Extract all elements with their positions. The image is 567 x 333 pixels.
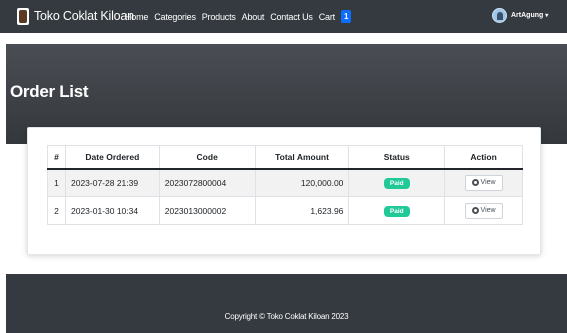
row-number: 2: [47, 196, 66, 225]
col-header-date: Date Ordered: [64, 145, 160, 170]
row-action-cell: View: [444, 168, 523, 197]
nav-categories[interactable]: Categories: [154, 12, 196, 22]
table-row: 2 2023-01-30 10:34 2023013000002 1,623.9…: [47, 196, 523, 225]
view-order-button[interactable]: View: [464, 202, 503, 219]
view-button-label: View: [480, 207, 496, 214]
user-name: ArtAgung: [511, 12, 544, 19]
eye-icon: [471, 179, 479, 187]
nav-home[interactable]: Home: [125, 12, 148, 22]
footer-copyright: Copyright © Toko Coklat Kiloan 2023: [224, 312, 349, 321]
row-date: 2023-01-30 10:34: [64, 196, 160, 225]
status-badge: Paid: [383, 205, 410, 217]
nav-about[interactable]: About: [242, 12, 265, 22]
row-code: 2023072800004: [158, 168, 256, 197]
chevron-down-icon: ▾: [545, 13, 549, 19]
view-order-button[interactable]: View: [464, 174, 503, 191]
user-avatar: [492, 8, 507, 23]
cart-count-badge[interactable]: 1: [340, 10, 352, 23]
row-total: 120,000.00: [254, 168, 350, 197]
status-badge: Paid: [383, 177, 410, 189]
row-status-cell: Paid: [348, 168, 446, 197]
row-status-cell: Paid: [348, 196, 446, 225]
view-button-label: View: [480, 179, 496, 187]
brand-link[interactable]: Toko Coklat Kiloan: [17, 6, 134, 26]
user-menu[interactable]: ArtAgung ▾: [492, 8, 548, 23]
nav-products[interactable]: Products: [202, 12, 236, 22]
brand-logo-icon: [17, 7, 29, 25]
col-header-number: #: [47, 145, 66, 170]
col-header-action: Action: [444, 145, 523, 170]
col-header-total: Total Amount: [254, 145, 350, 170]
page-footer: Copyright © Toko Coklat Kiloan 2023: [6, 274, 567, 333]
row-date: 2023-07-28 21:39: [64, 168, 160, 197]
nav-cart[interactable]: Cart: [319, 12, 335, 22]
nav-contact-us[interactable]: Contact Us: [270, 12, 313, 22]
row-code: 2023013000002: [158, 196, 256, 225]
table-row: 1 2023-07-28 21:39 2023072800004 120,000…: [47, 168, 523, 197]
page-title: Order List: [10, 82, 89, 101]
top-navbar: Toko Coklat Kiloan Home Categories Produ…: [0, 0, 567, 33]
row-action-cell: View: [444, 196, 523, 225]
orders-card: # Date Ordered Code Total Amount Status …: [27, 127, 541, 255]
row-total: 1,623.96: [254, 196, 350, 225]
brand-name: Toko Coklat Kiloan: [34, 9, 134, 23]
eye-icon: [471, 207, 479, 214]
orders-table: # Date Ordered Code Total Amount Status …: [47, 145, 523, 225]
row-number: 1: [47, 168, 66, 197]
table-header-row: # Date Ordered Code Total Amount Status …: [47, 145, 523, 170]
col-header-status: Status: [348, 145, 446, 170]
col-header-code: Code: [158, 145, 256, 170]
nav-links: Home Categories Products About Contact U…: [125, 10, 352, 23]
